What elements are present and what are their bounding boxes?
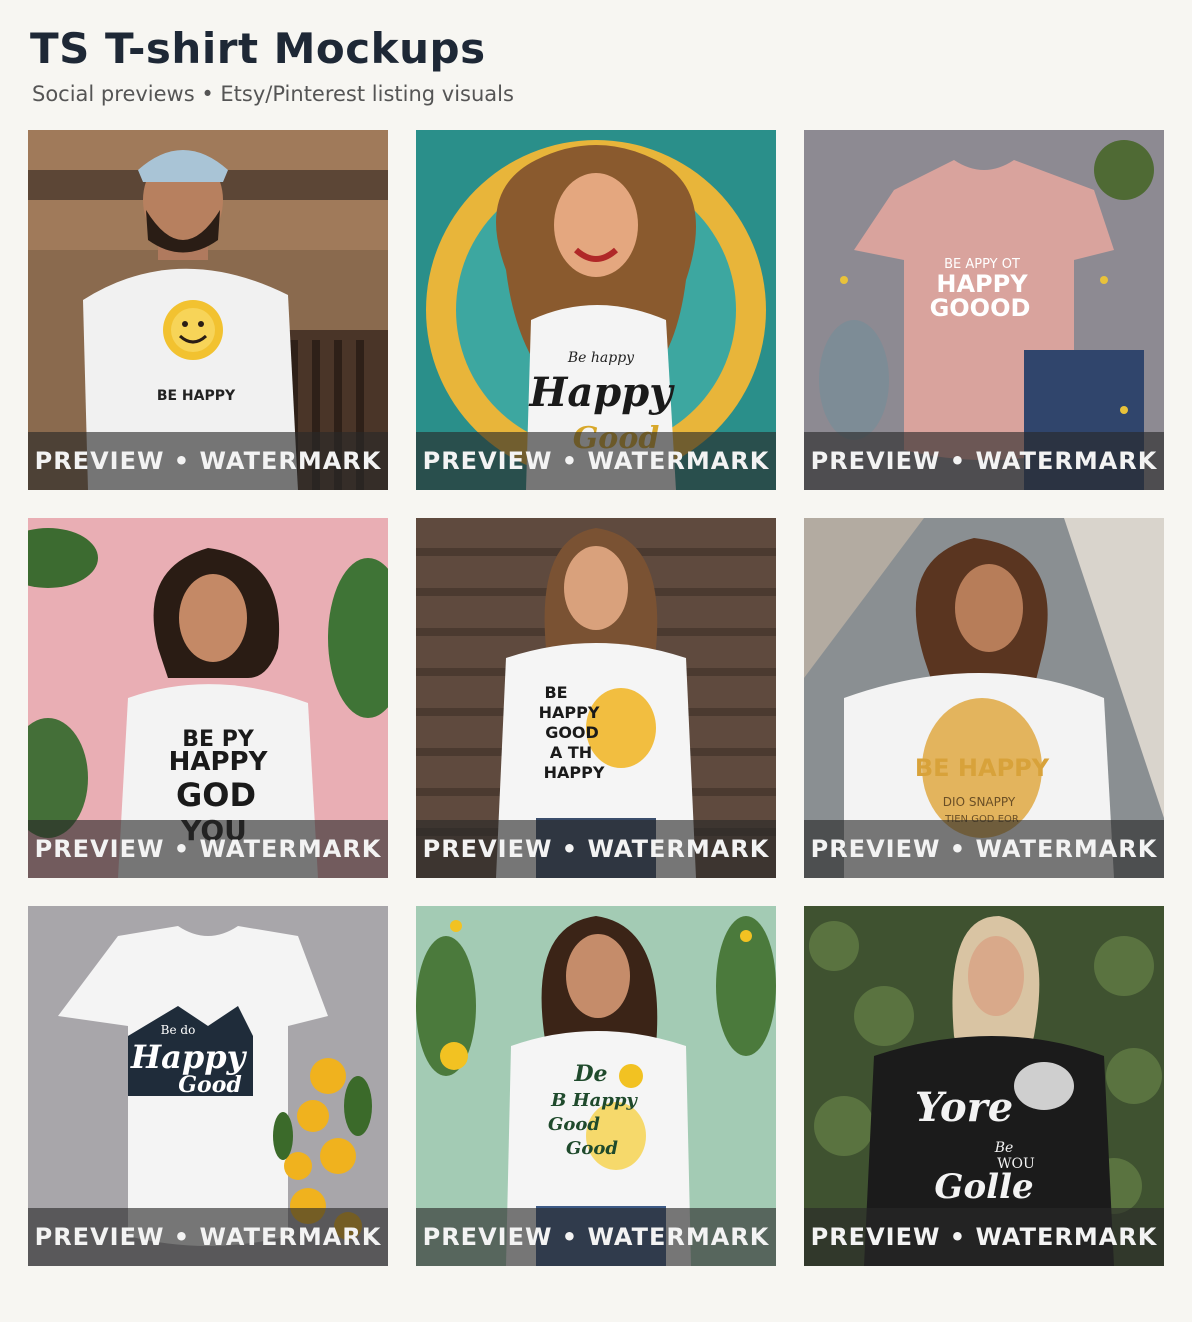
mockup-card[interactable]: Yore Be WOU Golle PREVIEW • WATERMARK (804, 906, 1164, 1266)
page-subtitle: Social previews • Etsy/Pinterest listing… (32, 82, 514, 106)
mockup-card[interactable]: BE HAPPY DIO SNAPPY TIEN GOD EOR PREVIEW… (804, 518, 1164, 878)
mockup-card[interactable]: BE APPY OT HAPPY GOOOD PREVIEW • WATERMA… (804, 130, 1164, 490)
mockup-card[interactable]: Be happy Happy Good PREVIEW • WATERMARK (416, 130, 776, 490)
watermark-label: PREVIEW • WATERMARK (804, 432, 1164, 490)
shirt-text: HAPPY (539, 703, 600, 722)
shirt-text: Be do (161, 1023, 196, 1037)
shirt-text: GOOD (545, 723, 599, 742)
shirt-text: B Happy (550, 1090, 638, 1111)
watermark-label: PREVIEW • WATERMARK (28, 820, 388, 878)
mockup-grid: BE HAPPY PREVIEW • WATERMARK Be happy Ha… (28, 130, 1164, 1266)
mockup-card[interactable]: BE HAPPY PREVIEW • WATERMARK (28, 130, 388, 490)
shirt-text: BE HAPPY (157, 388, 236, 404)
watermark-label: PREVIEW • WATERMARK (416, 1208, 776, 1266)
mockup-card[interactable]: BE HAPPY GOOD A TH HAPPY PREVIEW • WATER… (416, 518, 776, 878)
watermark-label: PREVIEW • WATERMARK (28, 432, 388, 490)
shirt-text: GOD (176, 776, 256, 814)
shirt-text: Happy (130, 1038, 248, 1076)
shirt-text: DIO SNAPPY (943, 795, 1016, 809)
watermark-label: PREVIEW • WATERMARK (804, 1208, 1164, 1266)
shirt-text: Good (566, 1138, 618, 1159)
shirt-text: Be (994, 1140, 1014, 1156)
shirt-text: De (573, 1061, 607, 1087)
shirt-text: BE (544, 683, 567, 702)
watermark-label: PREVIEW • WATERMARK (416, 432, 776, 490)
shirt-text: Happy (529, 369, 676, 416)
watermark-label: PREVIEW • WATERMARK (804, 820, 1164, 878)
shirt-text: HAPPY (544, 763, 605, 782)
shirt-text: Be happy (567, 350, 635, 366)
shirt-text: Golle (934, 1167, 1033, 1207)
shirt-text: Good (178, 1072, 242, 1098)
mockup-card[interactable]: BE PY HAPPY GOD YOU PREVIEW • WATERMARK (28, 518, 388, 878)
shirt-text: BE HAPPY (915, 754, 1050, 782)
shirt-text: Good (548, 1114, 600, 1135)
watermark-label: PREVIEW • WATERMARK (28, 1208, 388, 1266)
shirt-text: GOOOD (930, 294, 1031, 322)
page-title: TS T-shirt Mockups (30, 24, 486, 73)
shirt-text: Yore (915, 1084, 1013, 1131)
shirt-text: HAPPY (169, 747, 269, 777)
shirt-text: A TH (550, 743, 592, 762)
watermark-label: PREVIEW • WATERMARK (416, 820, 776, 878)
mockup-card[interactable]: Be do Happy Good PREVIEW • WATERMARK (28, 906, 388, 1266)
mockup-card[interactable]: De B Happy Good Good PREVIEW • WATERMARK (416, 906, 776, 1266)
